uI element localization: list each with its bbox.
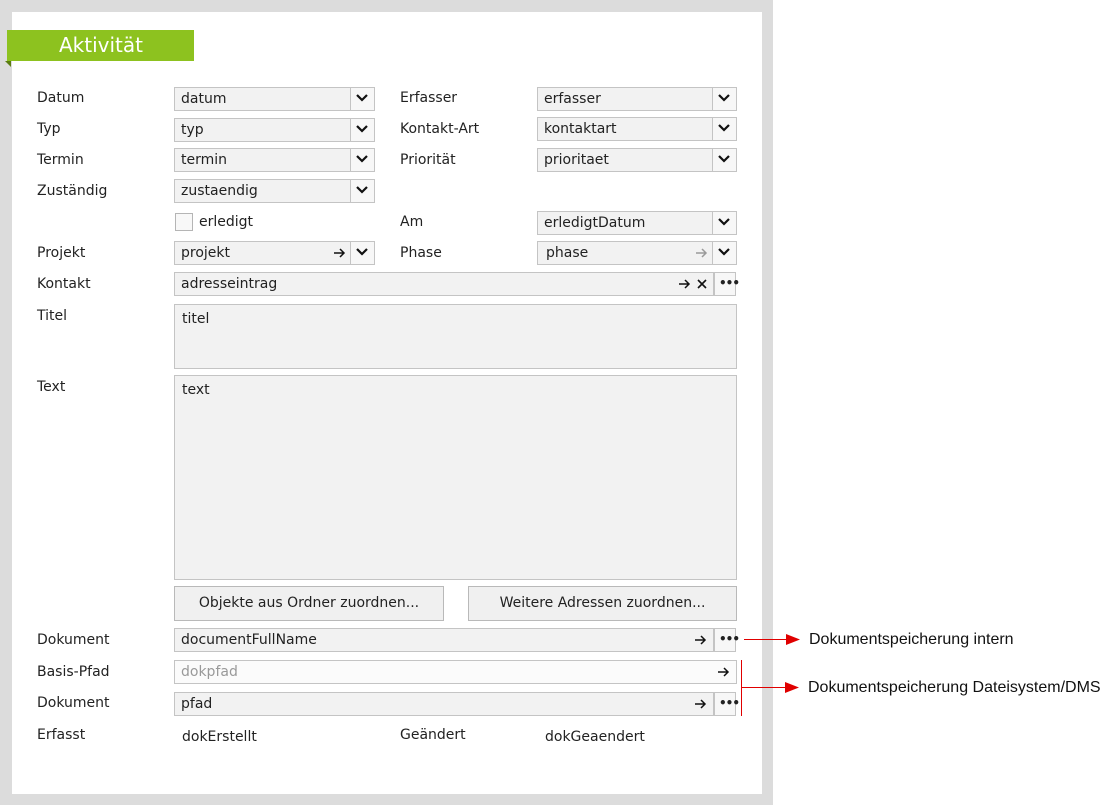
text-textarea[interactable]: text [174,375,737,580]
am-label: Am [400,214,424,230]
dokument-dms-input[interactable]: pfad [174,692,714,716]
titel-value: titel [182,311,210,327]
phase-combo[interactable]: phase [537,241,737,265]
chevron-down-icon[interactable] [712,118,736,140]
titel-label: Titel [37,308,68,324]
chevron-down-icon[interactable] [712,149,736,171]
termin-label: Termin [37,152,84,168]
annotation-arrow-icon [786,634,800,645]
arrow-right-icon[interactable] [694,242,710,264]
prioritaet-label: Priorität [400,152,456,168]
erfasser-value: erfasser [544,91,601,107]
erledigt-checkbox[interactable] [175,213,193,231]
arrow-right-icon[interactable] [716,661,732,683]
am-combo[interactable]: erledigtDatum [537,211,737,235]
dokument-intern-more-button[interactable]: ••• [714,628,740,652]
annotation-intern-text: Dokumentspeicherung intern [809,631,1014,648]
kontakt-label: Kontakt [37,276,91,292]
basispfad-placeholder: dokpfad [181,664,238,680]
basispfad-label: Basis-Pfad [37,664,110,680]
arrow-right-icon[interactable] [693,693,709,715]
kontaktart-value: kontaktart [544,121,617,137]
annotation-line-intern [744,639,790,640]
text-value: text [182,382,210,398]
projekt-label: Projekt [37,245,86,261]
text-label: Text [37,379,66,395]
chevron-down-icon[interactable] [350,149,374,171]
adressen-zuordnen-button[interactable]: Weitere Adressen zuordnen... [468,586,737,621]
chevron-down-icon[interactable] [712,88,736,110]
chevron-down-icon[interactable] [350,88,374,110]
phase-value: phase [546,245,589,261]
am-value: erledigtDatum [544,215,646,231]
zustaendig-label: Zuständig [37,183,108,199]
arrow-right-icon[interactable] [677,273,693,295]
geaendert-label: Geändert [400,727,466,743]
zustaendig-combo[interactable]: zustaendig [174,179,375,203]
erledigt-label: erledigt [199,214,254,230]
kontaktart-label: Kontakt-Art [400,121,480,137]
ribbon-fold [5,61,11,67]
phase-label: Phase [400,245,442,261]
erfasst-label: Erfasst [37,727,86,743]
projekt-combo[interactable]: projekt [174,241,375,265]
erfasser-label: Erfasser [400,90,458,106]
dokument-intern-input[interactable]: documentFullName [174,628,714,652]
termin-combo[interactable]: termin [174,148,375,172]
typ-label: Typ [37,121,61,137]
typ-combo[interactable]: typ [174,118,375,142]
datum-combo[interactable]: datum [174,87,375,111]
kontakt-more-button[interactable]: ••• [714,272,740,296]
dokument-intern-value: documentFullName [181,632,317,648]
annotation-dms-text: Dokumentspeicherung Dateisystem/DMS [808,679,1101,696]
projekt-value: projekt [181,245,230,261]
annotation-arrow-icon [785,682,799,693]
arrow-right-icon[interactable] [693,629,709,651]
chevron-down-icon[interactable] [712,212,736,234]
dokument-dms-value: pfad [181,696,213,712]
more-icon: ••• [719,632,740,646]
dokument-intern-label: Dokument [37,632,110,648]
kontakt-value: adresseintrag [181,276,278,292]
annotation-line-dms [741,687,789,688]
kontaktart-combo[interactable]: kontaktart [537,117,737,141]
page-title: Aktivität [7,30,194,61]
arrow-right-icon[interactable] [332,242,348,264]
annotation-bracket [741,660,742,716]
chevron-down-icon[interactable] [350,119,374,141]
more-icon: ••• [719,696,740,710]
chevron-down-icon[interactable] [350,180,374,202]
dokument-dms-label: Dokument [37,695,110,711]
basispfad-input[interactable]: dokpfad [174,660,737,684]
kontakt-input[interactable]: adresseintrag [174,272,714,296]
titel-textarea[interactable]: titel [174,304,737,369]
geaendert-value: dokGeaendert [545,729,645,745]
datum-label: Datum [37,90,85,106]
typ-value: typ [181,122,204,138]
prioritaet-value: prioritaet [544,152,609,168]
prioritaet-combo[interactable]: prioritaet [537,148,737,172]
erfasst-value: dokErstellt [182,729,257,745]
datum-value: datum [181,91,227,107]
dokument-dms-more-button[interactable]: ••• [714,692,740,716]
chevron-down-icon[interactable] [350,242,374,264]
erfasser-combo[interactable]: erfasser [537,87,737,111]
close-icon[interactable] [694,273,710,295]
objekte-zuordnen-button[interactable]: Objekte aus Ordner zuordnen... [174,586,444,621]
chevron-down-icon[interactable] [712,242,736,264]
zustaendig-value: zustaendig [181,183,258,199]
termin-value: termin [181,152,228,168]
more-icon: ••• [719,276,740,290]
